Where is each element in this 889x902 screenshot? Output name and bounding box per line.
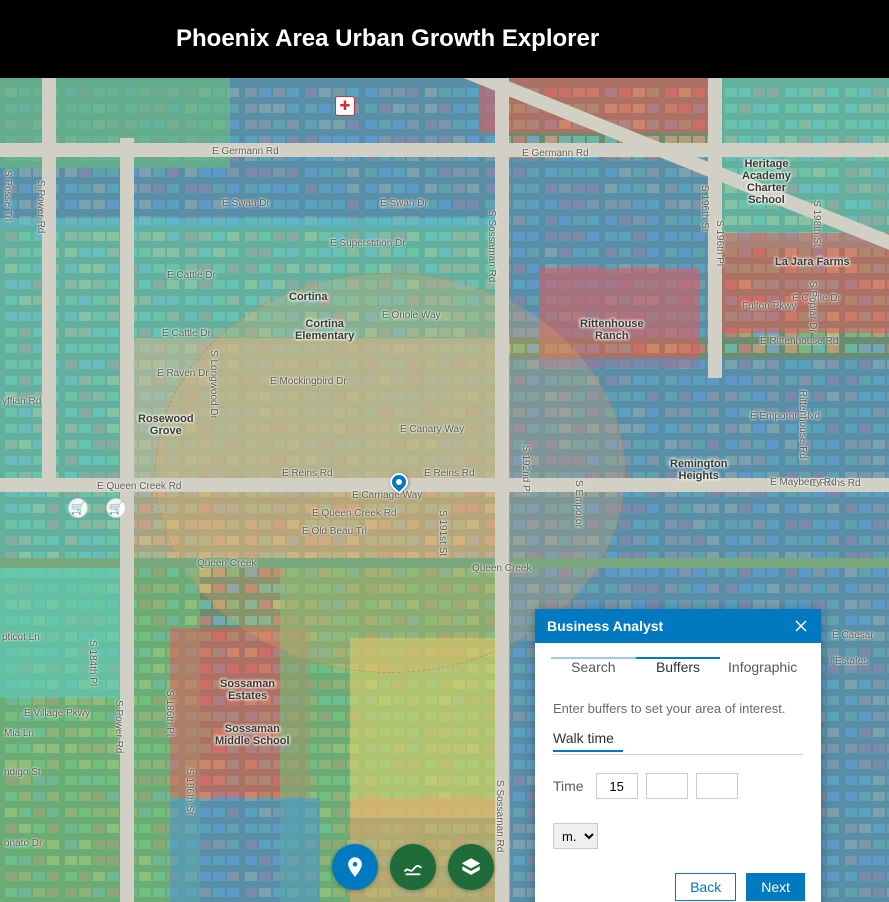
road-label: E Reins Rd: [422, 468, 477, 479]
app-title: Phoenix Area Urban Growth Explorer: [176, 25, 599, 53]
road-label: E Swan Dr: [378, 198, 430, 209]
panel-tabs: Search Buffers Infographic: [535, 643, 821, 683]
road-label: E Emporor Blvd: [748, 411, 822, 422]
buffer-type-row: Walk time: [553, 730, 803, 755]
road: [120, 138, 134, 902]
place-label: SossamanEstates: [220, 678, 275, 702]
road-label: S Emporor: [573, 478, 584, 530]
tab-search[interactable]: Search: [551, 657, 636, 683]
road-label: S Poplar Dr: [807, 279, 818, 335]
draw-icon: [402, 856, 424, 878]
road-label: E Germann Rd: [520, 148, 591, 159]
panel-help-text: Enter buffers to set your area of intere…: [553, 701, 803, 716]
time-input-3[interactable]: [696, 773, 738, 799]
map-tools: [332, 844, 494, 890]
back-button[interactable]: Back: [675, 873, 736, 901]
zone: [720, 233, 889, 333]
road-label: onato Dr: [2, 838, 44, 849]
road-label: E Old Beau Trl: [300, 526, 369, 537]
road-label: E Queen Creek Rd: [310, 508, 399, 519]
hospital-icon: ✚: [335, 96, 355, 116]
buffer-type-select[interactable]: Walk time: [553, 730, 623, 752]
road-label: E Queen Creek Rd: [95, 481, 184, 492]
road-label: pticot Ln: [0, 632, 42, 643]
road-label: ndigo St: [2, 767, 43, 778]
road-label: S 186th St: [184, 766, 195, 817]
layers-icon: [460, 856, 482, 878]
road-label: S Longwood Dr: [208, 348, 219, 421]
time-inputs-row: Time m.: [553, 773, 803, 849]
pin-tool-button[interactable]: [332, 844, 378, 890]
road-label: S 184th Pl: [87, 638, 98, 688]
road-label: E Cattle Dr: [160, 328, 213, 339]
road-label: Rittenhouse Rd: [797, 388, 808, 461]
place-label: RosewoodGrove: [138, 413, 194, 437]
road-label: E Caesar: [830, 630, 876, 641]
road-label: E Swan Dr: [220, 198, 272, 209]
road-label: Queen Creek: [195, 558, 258, 569]
road-label: Queen Creek: [470, 563, 533, 574]
road-label: S 198th St: [811, 198, 822, 249]
road-label: E Germann Rd: [210, 146, 281, 157]
time-input-1[interactable]: [596, 773, 638, 799]
place-label: La Jara Farms: [775, 256, 850, 268]
shopping-icon: 🛒: [106, 498, 126, 518]
road-label: yffian Rd: [0, 396, 43, 407]
road-label: E Village Pkwy: [22, 708, 92, 719]
road-label: E Raven Dr: [155, 368, 211, 379]
next-button[interactable]: Next: [746, 873, 805, 901]
road: [42, 78, 56, 488]
road-label: S Power Rd: [113, 698, 124, 755]
road-label: E Superstition Dr: [328, 238, 408, 249]
road-label: S 191st St: [437, 508, 448, 558]
panel-footer: Back Next: [535, 865, 821, 902]
road-label: S 192nd Pl: [520, 443, 531, 496]
place-label: Cortina: [289, 291, 328, 303]
place-label: RittenhouseRanch: [580, 318, 644, 342]
map-pin-icon: [344, 856, 366, 878]
road-label: E Carriage Way: [350, 490, 424, 501]
road-label: E Cattle Dr: [165, 270, 218, 281]
road-label: Fulton Pkwy: [740, 301, 798, 312]
tab-buffers[interactable]: Buffers: [636, 657, 721, 683]
road-label: E Reins Rd: [280, 468, 335, 479]
time-label: Time: [553, 778, 584, 794]
road-label: S 196th St: [699, 183, 710, 234]
place-label: CortinaElementary: [295, 318, 354, 342]
road-label: S Posse Trl: [2, 168, 13, 223]
parcel-row: [845, 344, 889, 353]
business-analyst-panel: Business Analyst Search Buffers Infograp…: [535, 609, 821, 902]
road-label: E Mockingbird Dr: [268, 376, 349, 387]
road-label: E Rittenhouse Rd: [758, 336, 840, 347]
draw-tool-button[interactable]: [390, 844, 436, 890]
road-label: Mia Ln: [2, 728, 36, 739]
road-label: S 196th Pl: [714, 218, 725, 268]
place-label: HeritageAcademyCharterSchool: [742, 158, 791, 206]
time-input-2[interactable]: [646, 773, 688, 799]
road-label: i Estates: [828, 656, 870, 667]
close-icon[interactable]: [793, 618, 809, 634]
app-root: Phoenix Area Urban Growth Explorer: [0, 0, 889, 902]
app-header: Phoenix Area Urban Growth Explorer: [0, 0, 889, 78]
road-label: S 186th Pl: [164, 688, 175, 738]
road-label: E Mayberry Rd: [768, 477, 839, 488]
place-label: SossamanMiddle School: [215, 723, 290, 747]
panel-body: Enter buffers to set your area of intere…: [535, 683, 821, 865]
road-label: E Oriole Way: [380, 310, 443, 321]
layers-tool-button[interactable]: [448, 844, 494, 890]
place-label: RemingtonHeights: [670, 458, 727, 482]
road-label: S Sossaman Rd: [494, 778, 505, 854]
shopping-icon: 🛒: [68, 498, 88, 518]
map-canvas[interactable]: // (rendered after data) ✚ 🛒 🛒 E Germann…: [0, 78, 889, 902]
road-label: E Canary Way: [398, 424, 466, 435]
tab-infographic[interactable]: Infographic: [720, 657, 805, 683]
panel-header: Business Analyst: [535, 609, 821, 643]
road-label: S Sossaman Rd: [486, 208, 497, 284]
road-label: S Power Rd: [35, 178, 46, 235]
panel-title: Business Analyst: [547, 618, 663, 634]
unit-select[interactable]: m.: [553, 823, 598, 849]
